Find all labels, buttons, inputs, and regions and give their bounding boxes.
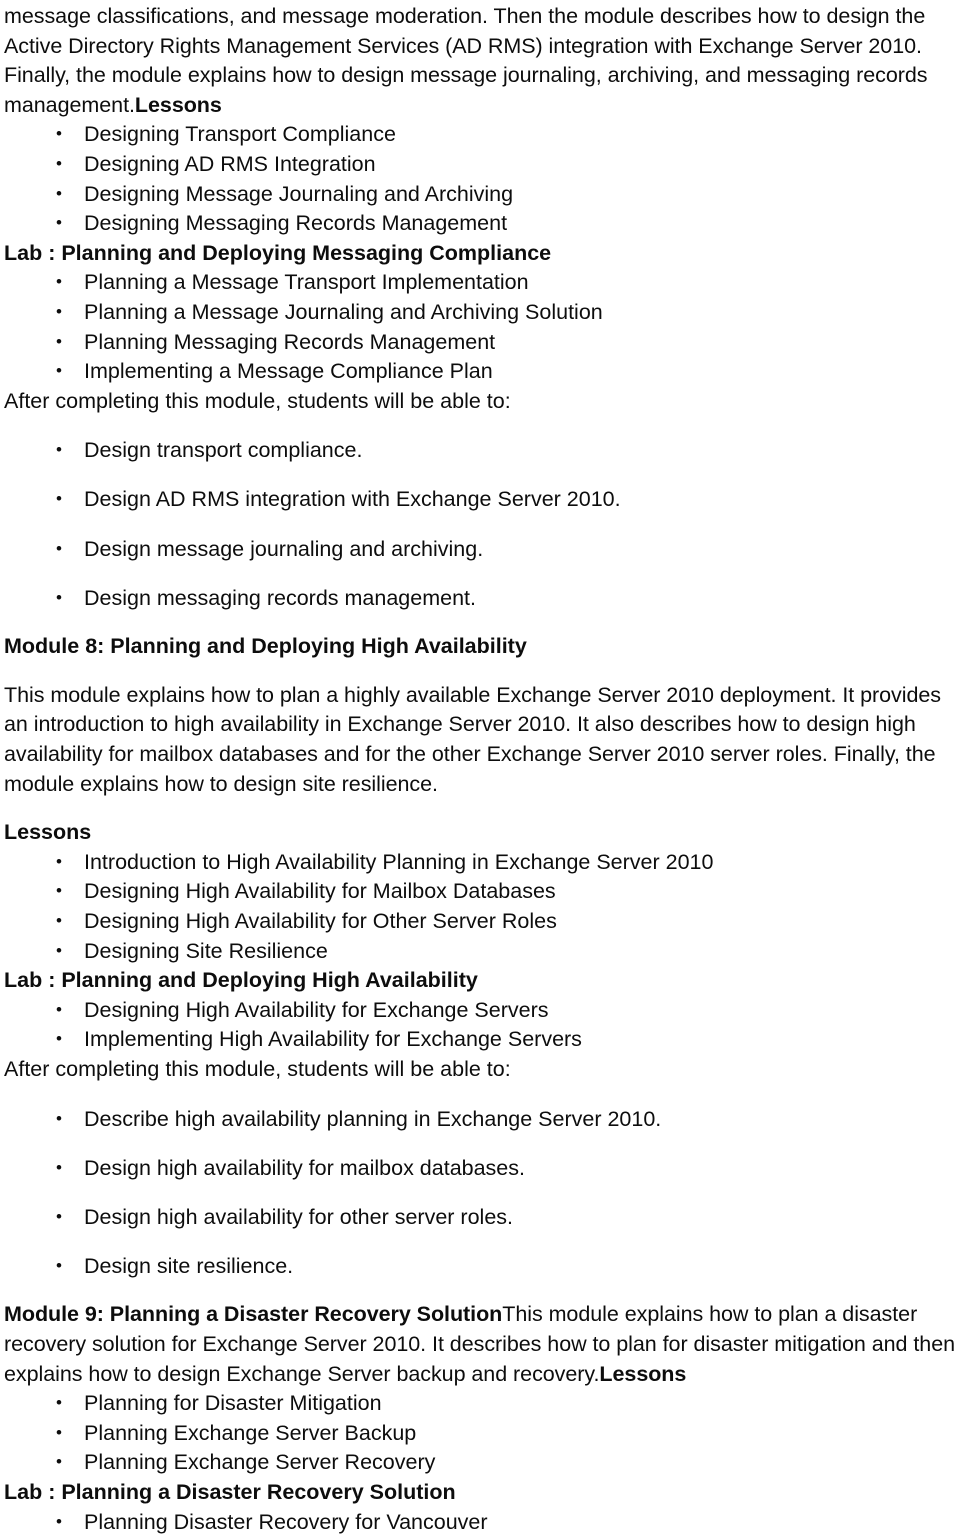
list-item: Design transport compliance. [4,435,956,466]
objective-label: Design high availability for mailbox dat… [84,1155,525,1180]
module8-heading: Module 8: Planning and Deploying High Av… [4,634,527,659]
module8-lab-heading: Lab : Planning and Deploying High Availa… [4,968,478,993]
module7-lab-heading: Lab : Planning and Deploying Messaging C… [4,240,552,265]
objective-label: Design transport compliance. [84,438,363,463]
lab-item-label: Implementing High Availability for Excha… [84,1027,582,1052]
module8-objectives-intro: After completing this module, students w… [4,1056,511,1081]
document-body: message classifications, and message mod… [4,2,956,1537]
lesson-label: Designing High Availability for Other Se… [84,908,557,933]
module8-objectives-list: Describe high availability planning in E… [4,1104,956,1282]
list-item: Designing Message Journaling and Archivi… [4,179,956,210]
objective-label: Design high availability for other serve… [84,1204,514,1229]
list-item: Design AD RMS integration with Exchange … [4,484,956,515]
lesson-label: Introduction to High Availability Planni… [84,849,714,874]
module8-lab-list: Designing High Availability for Exchange… [4,995,956,1055]
module7-lessons-list: Designing Transport Compliance Designing… [4,119,956,239]
module8-description: This module explains how to plan a highl… [4,682,941,796]
lab-item-label: Designing High Availability for Exchange… [84,997,549,1022]
module7-lab-list: Planning a Message Transport Implementat… [4,267,956,387]
objective-label: Design messaging records management. [84,585,476,610]
module9-lessons-list: Planning for Disaster Mitigation Plannin… [4,1388,956,1478]
list-item: Planning Messaging Records Management [4,327,956,358]
lesson-label: Planning Exchange Server Recovery [84,1450,436,1475]
lab-item-label: Implementing a Message Compliance Plan [84,359,493,384]
module7-objectives-list: Design transport compliance. Design AD R… [4,435,956,614]
lab-item-label: Planning Disaster Recovery for Vancouver [84,1509,488,1534]
list-item: Planning Exchange Server Recovery [4,1447,956,1478]
list-item: Design site resilience. [4,1251,956,1282]
lesson-label: Planning Exchange Server Backup [84,1420,417,1445]
lesson-label: Designing Messaging Records Management [84,211,508,236]
lesson-label: Planning for Disaster Mitigation [84,1391,382,1416]
lesson-label: Designing Site Resilience [84,938,328,963]
list-item: Designing Transport Compliance [4,119,956,150]
list-item: Designing High Availability for Exchange… [4,995,956,1026]
lesson-label: Designing High Availability for Mailbox … [84,879,556,904]
list-item: Planning Exchange Server Backup [4,1418,956,1449]
list-item: Designing High Availability for Other Se… [4,906,956,937]
module9-lessons-inline-heading: Lessons [599,1361,687,1386]
module9-heading: Module 9: Planning a Disaster Recovery S… [4,1302,503,1327]
lesson-label: Designing AD RMS Integration [84,151,376,176]
objective-label: Describe high availability planning in E… [84,1106,662,1131]
lab-item-label: Planning a Message Transport Implementat… [84,270,529,295]
list-item: Planning a Message Transport Implementat… [4,267,956,298]
list-item: Planning for Disaster Mitigation [4,1388,956,1419]
list-item: Implementing a Message Compliance Plan [4,356,956,387]
objective-label: Design AD RMS integration with Exchange … [84,487,621,512]
list-item: Describe high availability planning in E… [4,1104,956,1135]
list-item: Design high availability for mailbox dat… [4,1153,956,1184]
module8-lessons-heading: Lessons [4,820,92,845]
module9-lab-heading: Lab : Planning a Disaster Recovery Solut… [4,1479,456,1504]
list-item: Designing High Availability for Mailbox … [4,876,956,907]
module8-lessons-list: Introduction to High Availability Planni… [4,847,956,967]
list-item: Designing Site Resilience [4,936,956,967]
list-item: Planning a Message Journaling and Archiv… [4,297,956,328]
list-item: Planning Disaster Recovery for Vancouver [4,1507,956,1537]
module9-lab-list: Planning Disaster Recovery for Vancouver [4,1507,956,1537]
module7-objectives-intro: After completing this module, students w… [4,388,511,413]
lab-item-label: Planning Messaging Records Management [84,329,496,354]
list-item: Design messaging records management. [4,583,956,614]
document-page: message classifications, and message mod… [0,0,960,1536]
module7-intro-paragraph: message classifications, and message mod… [4,2,956,120]
module7-lessons-inline-heading: Lessons [134,92,222,117]
list-item: Designing Messaging Records Management [4,208,956,239]
list-item: Design message journaling and archiving. [4,534,956,565]
lab-item-label: Planning a Message Journaling and Archiv… [84,299,603,324]
lesson-label: Designing Message Journaling and Archivi… [84,181,514,206]
lesson-label: Designing Transport Compliance [84,122,396,147]
module9-intro-paragraph: Module 9: Planning a Disaster Recovery S… [4,1300,956,1389]
objective-label: Design message journaling and archiving. [84,536,484,561]
objective-label: Design site resilience. [84,1253,294,1278]
list-item: Designing AD RMS Integration [4,149,956,180]
list-item: Introduction to High Availability Planni… [4,847,956,878]
list-item: Implementing High Availability for Excha… [4,1024,956,1055]
list-item: Design high availability for other serve… [4,1202,956,1233]
